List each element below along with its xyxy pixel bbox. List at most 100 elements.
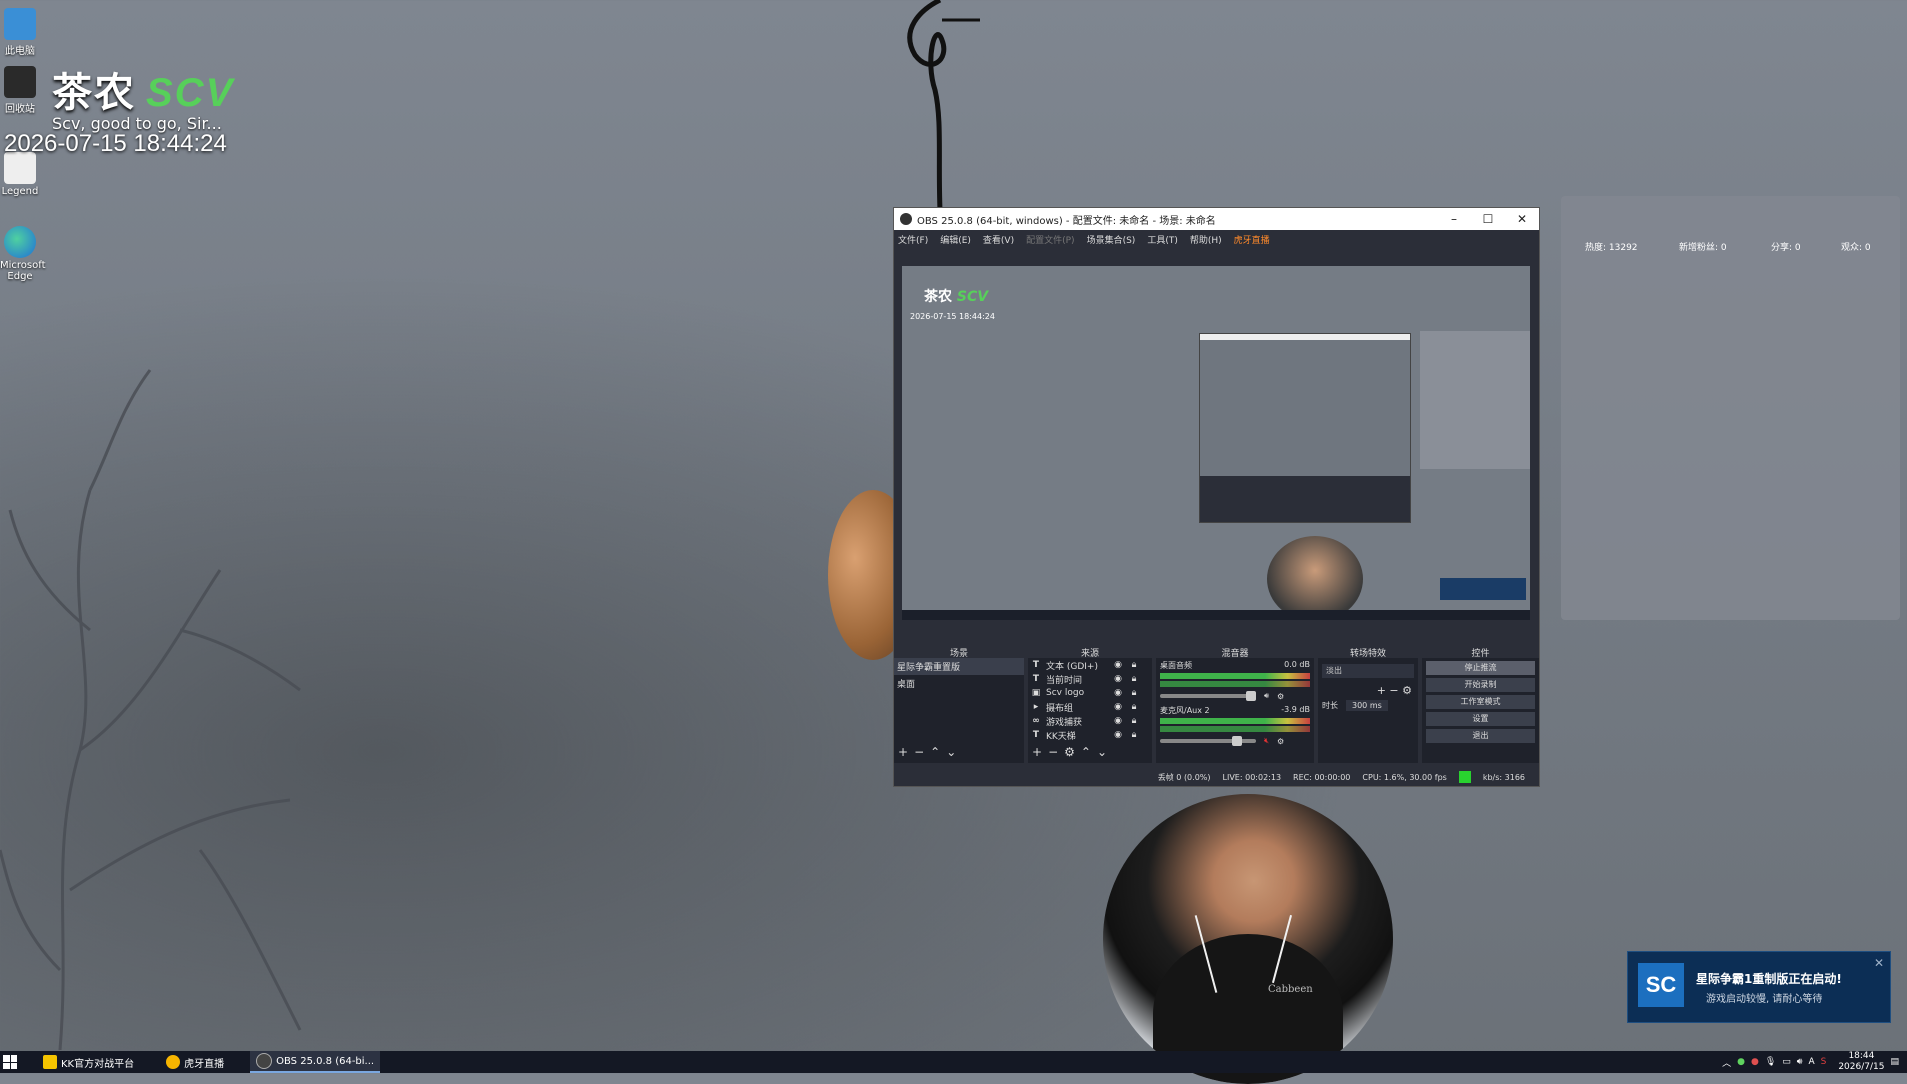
menu-file[interactable]: 文件(F)	[898, 233, 928, 246]
source-name: 文本 (GDI+)	[1046, 661, 1098, 672]
menu-view[interactable]: 查看(V)	[983, 233, 1014, 246]
scene-item[interactable]: 桌面	[894, 675, 1024, 692]
tray-app-icon[interactable]: ●	[1737, 1057, 1745, 1067]
transition-select[interactable]: 淡出	[1322, 664, 1414, 678]
lock-icon[interactable]: 🔒︎	[1126, 660, 1142, 670]
starcraft-notification[interactable]: SC 星际争霸1重制版正在启动! 游戏启动较慢, 请耐心等待 ✕	[1627, 951, 1891, 1023]
volume-slider[interactable]	[1160, 736, 1256, 746]
menu-edit[interactable]: 编辑(E)	[940, 233, 971, 246]
duration-label: 时长	[1322, 701, 1338, 710]
obs-preview[interactable]: 茶农 SCV 2026-07-15 18:44:24	[902, 266, 1530, 620]
input-method-icon[interactable]: A	[1808, 1057, 1814, 1067]
volume-meter	[1160, 718, 1310, 724]
taskbar-app-kk[interactable]: KK官方对战平台	[37, 1051, 140, 1073]
text-source-icon: T	[1032, 674, 1040, 684]
duration-input[interactable]: 300 ms	[1346, 700, 1388, 711]
stream-health-indicator	[1458, 771, 1471, 783]
transitions-header: 转场特效	[1349, 649, 1386, 659]
studio-mode-button[interactable]: 工作室模式	[1426, 695, 1535, 709]
obs-titlebar[interactable]: OBS 25.0.8 (64-bit, windows) - 配置文件: 未命名…	[894, 208, 1539, 230]
desktop-icon-edge[interactable]: Microsoft Edge	[0, 226, 46, 282]
minimize-icon[interactable]: –	[1437, 212, 1471, 226]
source-name: Scv logo	[1046, 688, 1085, 698]
eye-icon[interactable]: ◉	[1110, 730, 1126, 740]
add-scene-icon[interactable]: +	[898, 745, 908, 759]
volume-icon[interactable]: 🔊︎	[1797, 1057, 1803, 1067]
source-row[interactable]: ▸ 摄布组 ◉ 🔒︎	[1028, 700, 1152, 714]
obs-menubar: 文件(F) 编辑(E) 查看(V) 配置文件(P) 场景集合(S) 工具(T) …	[894, 230, 1539, 248]
speaker-icon[interactable]: 🔊︎	[1264, 691, 1269, 701]
gear-icon[interactable]: ⚙	[1277, 737, 1284, 746]
taskbar-app-obs[interactable]: OBS 25.0.8 (64-bi...	[250, 1051, 381, 1073]
taskbar-clock[interactable]: 18:44 2026/7/15	[1838, 1051, 1884, 1073]
tree-silhouette	[0, 369, 302, 1050]
move-down-icon[interactable]: ⌄	[946, 745, 956, 759]
source-name: KK天梯	[1046, 731, 1076, 742]
add-transition-icon[interactable]: +	[1377, 684, 1386, 697]
lock-icon[interactable]: 🔒︎	[1126, 702, 1142, 712]
desktop-icon-this-pc[interactable]: 此电脑	[0, 8, 40, 57]
taskbar-app-huya[interactable]: 虎牙直播	[160, 1051, 230, 1073]
system-tray: ︿ ● ● 🎙︎ ▭ 🔊︎ A S 18:44 2026/7/15 ▤	[1722, 1051, 1907, 1073]
menu-profile[interactable]: 配置文件(P)	[1026, 233, 1074, 246]
source-row[interactable]: ▣ Scv logo ◉ 🔒︎	[1028, 686, 1152, 700]
eye-icon[interactable]: ◉	[1110, 716, 1126, 726]
lock-icon[interactable]: 🔒︎	[1126, 716, 1142, 726]
scene-item[interactable]: 星际争霸重置版	[894, 658, 1024, 675]
eye-icon[interactable]: ◉	[1110, 674, 1126, 684]
close-icon[interactable]: ✕	[1874, 956, 1884, 970]
group-source-icon: ▸	[1033, 702, 1039, 712]
network-icon[interactable]: ▭	[1782, 1057, 1791, 1067]
gear-icon[interactable]: ⚙	[1277, 692, 1284, 701]
eye-icon[interactable]: ◉	[1110, 702, 1126, 712]
viewers-stat: 观众: 0	[1841, 243, 1871, 253]
gear-icon[interactable]: ⚙	[1402, 684, 1412, 697]
mixer-panel: 桌面音频 0.0 dB 🔊︎ ⚙ 麦克风/Aux 2 -3.9 dB 🔇︎ ⚙	[1156, 658, 1314, 763]
tray-app-icon[interactable]: ●	[1751, 1057, 1759, 1067]
preview-notification	[1440, 578, 1526, 600]
move-down-icon[interactable]: ⌄	[1097, 745, 1107, 759]
source-row[interactable]: T KK天梯 ◉ 🔒︎	[1028, 728, 1152, 742]
eye-icon[interactable]: ◉	[1110, 688, 1126, 698]
settings-button[interactable]: 设置	[1426, 712, 1535, 726]
desktop-icon-recycle-bin[interactable]: 回收站	[0, 66, 40, 115]
windows-start-icon[interactable]	[3, 1055, 17, 1069]
muted-speaker-icon[interactable]: 🔇︎	[1264, 736, 1269, 746]
start-recording-button[interactable]: 开始录制	[1426, 678, 1535, 692]
obs-statusbar: 丢帧 0 (0.0%) LIVE: 00:02:13 REC: 00:00:00…	[894, 768, 1539, 786]
menu-scene-collection[interactable]: 场景集合(S)	[1087, 233, 1136, 246]
source-row[interactable]: ∞ 游戏捕获 ◉ 🔒︎	[1028, 714, 1152, 728]
chevron-up-icon[interactable]: ︿	[1722, 1056, 1731, 1069]
menu-help[interactable]: 帮助(H)	[1190, 233, 1222, 246]
notification-center-icon[interactable]: ▤	[1890, 1057, 1899, 1067]
desktop-icon-legend[interactable]: Legend	[0, 152, 40, 197]
add-source-icon[interactable]: +	[1032, 745, 1042, 759]
obs-window[interactable]: OBS 25.0.8 (64-bit, windows) - 配置文件: 未命名…	[893, 207, 1540, 787]
remove-transition-icon[interactable]: −	[1389, 684, 1398, 697]
microphone-icon[interactable]: 🎙︎	[1765, 1057, 1776, 1067]
menu-huya[interactable]: 虎牙直播	[1234, 233, 1270, 246]
dropped-frames: 丢帧 0 (0.0%)	[1157, 772, 1211, 782]
exit-button[interactable]: 退出	[1426, 729, 1535, 743]
mixer-channel: 麦克风/Aux 2 -3.9 dB 🔇︎ ⚙	[1156, 703, 1314, 748]
maximize-icon[interactable]: ☐	[1471, 212, 1505, 226]
close-icon[interactable]: ✕	[1505, 212, 1539, 226]
stop-streaming-button[interactable]: 停止推流	[1426, 661, 1535, 675]
preview-date: 2026-07-15 18:44:24	[910, 312, 995, 321]
source-row[interactable]: T 文本 (GDI+) ◉ 🔒︎	[1028, 658, 1152, 672]
lock-icon[interactable]: 🔒︎	[1126, 674, 1142, 684]
move-up-icon[interactable]: ⌃	[930, 745, 940, 759]
volume-slider[interactable]	[1160, 691, 1256, 701]
move-up-icon[interactable]: ⌃	[1081, 745, 1091, 759]
lock-icon[interactable]: 🔒︎	[1126, 730, 1142, 740]
hanging-string	[907, 0, 980, 210]
source-row[interactable]: T 当前时间 ◉ 🔒︎	[1028, 672, 1152, 686]
eye-icon[interactable]: ◉	[1110, 660, 1126, 670]
remove-scene-icon[interactable]: −	[914, 745, 924, 759]
gear-icon[interactable]: ⚙	[1064, 745, 1075, 759]
menu-tools[interactable]: 工具(T)	[1147, 233, 1178, 246]
remove-source-icon[interactable]: −	[1048, 745, 1058, 759]
lock-icon[interactable]: 🔒︎	[1126, 688, 1142, 698]
webcam-overlay: Cabbeen	[1103, 794, 1393, 1084]
antivirus-icon[interactable]: S	[1821, 1057, 1827, 1067]
